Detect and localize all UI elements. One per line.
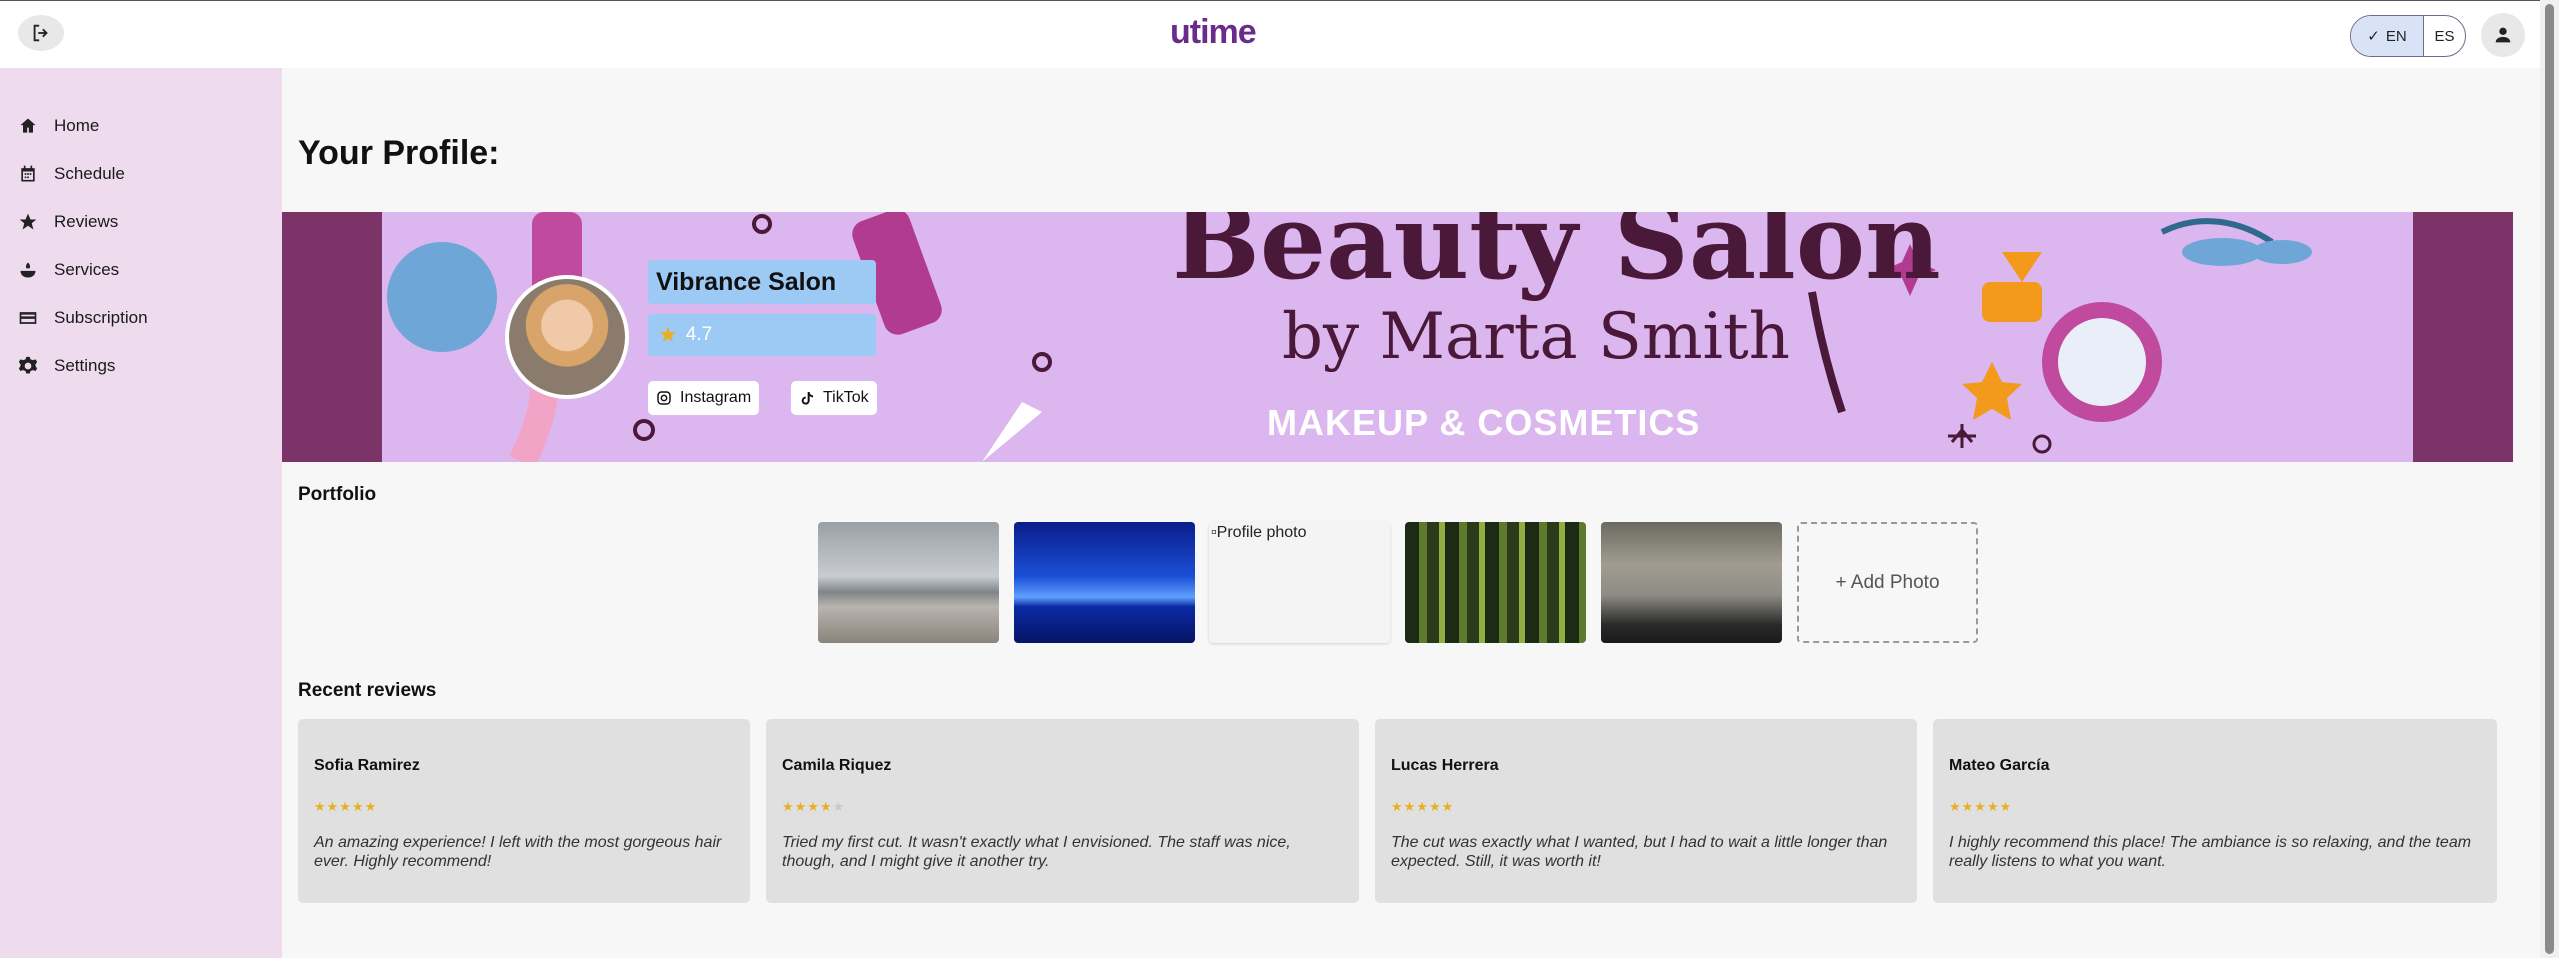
rating-value: 4.7 <box>685 324 713 345</box>
profile-avatar[interactable] <box>505 275 629 399</box>
banner-right-edge <box>2413 212 2513 462</box>
language-es-button[interactable]: ES <box>2424 16 2465 56</box>
top-bar: utime ✓ EN ES <box>0 0 2540 68</box>
language-en-button[interactable]: ✓ EN <box>2351 16 2424 56</box>
services-icon <box>20 262 36 278</box>
review-text: An amazing experience! I left with the m… <box>314 834 722 870</box>
calendar-icon <box>21 165 35 182</box>
review-card: Mateo García ★★★★★ I highly recommend th… <box>1933 719 2497 903</box>
review-card: Lucas Herrera ★★★★★ The cut was exactly … <box>1375 719 1917 903</box>
sidebar-item-label: Subscription <box>54 308 148 327</box>
sidebar-item-label: Settings <box>54 356 116 375</box>
portfolio-photo-broken[interactable]: ▫Profile photo <box>1209 522 1390 643</box>
sidebar-item-schedule[interactable]: Schedule <box>18 159 125 189</box>
sidebar-item-subscription[interactable]: Subscription <box>18 303 148 333</box>
banner-left-edge <box>282 212 382 462</box>
reviewer-name: Sofia Ramirez <box>314 757 420 774</box>
tiktok-icon <box>801 392 813 405</box>
review-stars: ★★★★★ <box>782 799 846 814</box>
portfolio-photo[interactable] <box>1405 522 1586 643</box>
instagram-label: Instagram <box>680 389 752 406</box>
page-scrollbar[interactable] <box>2540 0 2559 958</box>
photo-alt-text: Profile photo <box>1216 524 1307 541</box>
sidebar-item-services[interactable]: Services <box>18 255 119 285</box>
review-text: Tried my first cut. It wasn't exactly wh… <box>782 834 1291 870</box>
instagram-icon <box>657 391 671 405</box>
app-logo[interactable]: utime <box>1170 13 1257 52</box>
review-text: I highly recommend this place! The ambia… <box>1949 834 2472 870</box>
user-icon <box>2495 27 2511 43</box>
portfolio-title: Portfolio <box>298 484 377 505</box>
sidebar-item-label: Services <box>54 260 120 279</box>
instagram-button[interactable]: Instagram <box>648 381 760 415</box>
sidebar-item-label: Schedule <box>54 164 125 183</box>
portfolio-photo[interactable] <box>1014 522 1195 643</box>
account-button[interactable] <box>2481 13 2525 57</box>
reviewer-name: Lucas Herrera <box>1391 757 1499 774</box>
logout-icon <box>33 24 48 42</box>
sidebar-item-settings[interactable]: Settings <box>18 351 115 381</box>
sidebar-item-reviews[interactable]: Reviews <box>18 207 118 237</box>
tiktok-button[interactable]: TikTok <box>791 381 877 415</box>
review-card: Camila Riquez ★★★★★ Tried my first cut. … <box>766 719 1359 903</box>
card-icon <box>19 312 37 324</box>
reviewer-name: Camila Riquez <box>782 757 892 774</box>
star-icon <box>19 213 37 230</box>
banner-subtitle: by Marta Smith <box>1282 300 1790 374</box>
sidebar-item-label: Home <box>54 116 100 135</box>
language-en-label: EN <box>2385 27 2407 45</box>
salon-name: Vibrance Salon <box>648 260 876 304</box>
page-title: Your Profile: <box>298 134 500 172</box>
home-icon <box>20 118 36 133</box>
reviewer-name: Mateo García <box>1949 757 2050 774</box>
sidebar-item-home[interactable]: Home <box>18 111 99 141</box>
logout-button[interactable] <box>18 15 64 51</box>
review-stars: ★★★★★ <box>1391 799 1455 814</box>
reviews-title: Recent reviews <box>298 680 437 701</box>
review-stars: ★★★★★ <box>1949 799 2013 814</box>
review-card: Sofia Ramirez ★★★★★ An amazing experienc… <box>298 719 750 903</box>
banner-title: Beauty Salon <box>1172 212 1941 303</box>
sidebar-item-label: Reviews <box>54 212 119 231</box>
portfolio-photo[interactable] <box>1601 522 1782 643</box>
gear-icon <box>18 356 38 374</box>
review-stars: ★★★★★ <box>314 799 378 814</box>
review-text: The cut was exactly what I wanted, but I… <box>1391 834 1888 870</box>
scrollbar-thumb[interactable] <box>2545 4 2554 954</box>
star-icon: ★ <box>658 322 678 347</box>
check-icon: ✓ <box>2367 28 2380 45</box>
salon-rating: ★ 4.7 <box>648 314 876 356</box>
tiktok-label: TikTok <box>823 389 869 406</box>
language-toggle: ✓ EN ES <box>2350 15 2466 57</box>
add-photo-button[interactable]: + Add Photo <box>1797 522 1978 643</box>
sidebar: Home Schedule Reviews Services Subscript… <box>0 68 282 958</box>
banner-tagline: MAKEUP & COSMETICS <box>1267 402 1701 443</box>
portfolio-photo[interactable] <box>818 522 999 643</box>
